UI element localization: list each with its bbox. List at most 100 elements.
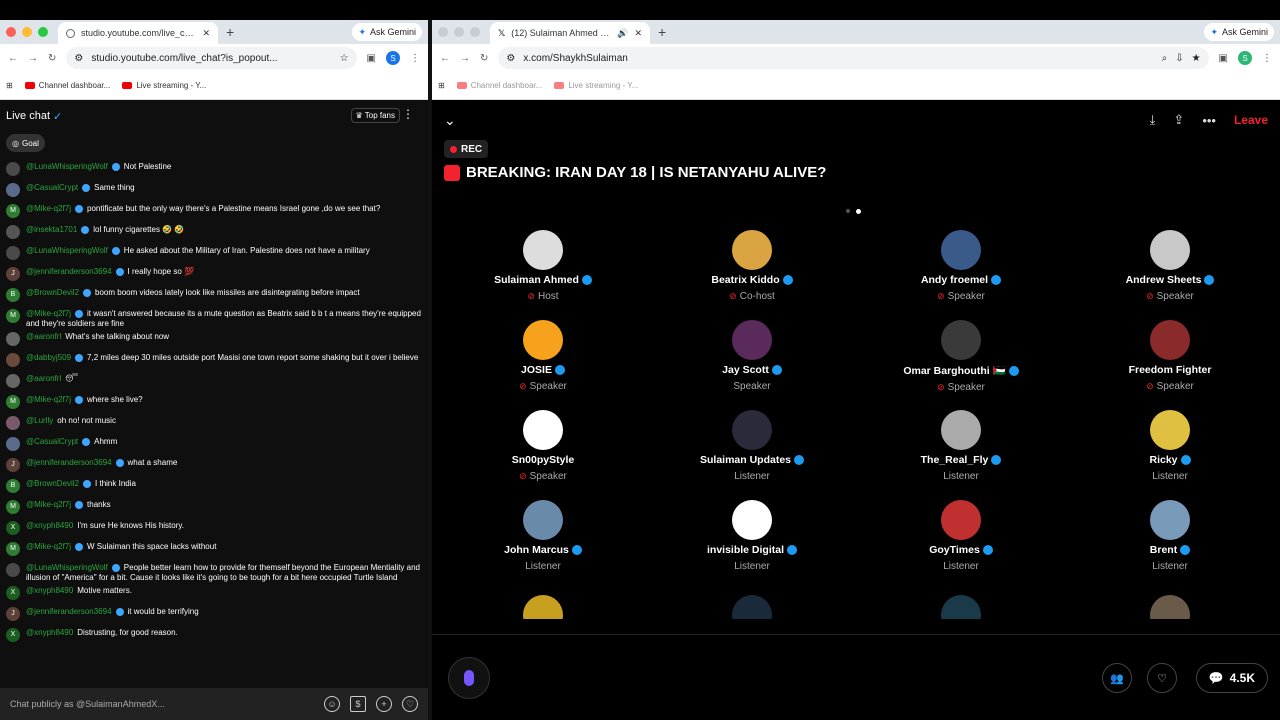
site-info-icon[interactable]: ⚙ <box>74 53 83 64</box>
chat-message[interactable]: @LunaWhisperingWolf He asked about the Mi… <box>0 243 428 264</box>
chat-message[interactable]: @CasualCrypt Ahmm <box>0 434 428 455</box>
participant-avatar[interactable] <box>1150 320 1190 360</box>
participant-card[interactable]: Jay Scott Speaker <box>652 320 852 392</box>
avatar[interactable]: X <box>6 586 20 600</box>
participant-avatar[interactable] <box>1150 500 1190 540</box>
chat-message[interactable]: B @BrownDevil2 boom boom videos lately loo… <box>0 285 428 306</box>
participant-card[interactable]: Ricky Listener <box>1070 410 1270 482</box>
apps-grid-icon[interactable]: ⊞ <box>438 81 445 90</box>
participant-card[interactable]: Sn00pyStyle ⊘ Speaker <box>443 410 643 482</box>
bookmark-star-icon[interactable]: ☆ <box>340 53 349 64</box>
menu-kebab-icon[interactable]: ⋮ <box>1262 53 1272 64</box>
chat-message[interactable]: @dabbyj509 7,2 miles deep 30 miles outsid… <box>0 350 428 371</box>
avatar[interactable]: M <box>6 204 20 218</box>
chat-message[interactable]: M @Mike-q2f7j pontificate but the only way… <box>0 201 428 222</box>
participant-avatar[interactable] <box>941 230 981 270</box>
participant-card[interactable]: Freedom Fighter ⊘ Speaker <box>1070 320 1270 392</box>
url-field[interactable]: ⚙ x.com/ShaykhSulaiman ⌕ ⇩ ★ <box>498 47 1209 69</box>
react-button[interactable]: ♡ <box>1147 663 1177 693</box>
avatar[interactable] <box>6 563 20 577</box>
close-tab-icon[interactable]: ✕ <box>634 28 642 39</box>
microphone-button[interactable] <box>448 657 490 699</box>
zoom-icon[interactable]: ⌕ <box>1162 53 1168 64</box>
participant-card[interactable]: GoyTimes Listener <box>861 500 1061 572</box>
chevron-down-icon[interactable]: ⌄ <box>444 112 456 129</box>
avatar[interactable]: J <box>6 607 20 621</box>
chat-message[interactable]: @aaronfrl What's she talking about now <box>0 329 428 350</box>
message-author[interactable]: @LunaWhisperingWolf <box>26 563 108 572</box>
emoji-icon[interactable]: ☺ <box>324 696 340 712</box>
apps-grid-icon[interactable]: ⊞ <box>6 81 13 90</box>
message-author[interactable]: @BrownDevil2 <box>26 479 79 488</box>
participant-avatar[interactable] <box>523 320 563 360</box>
maximize-window-button[interactable] <box>38 27 48 37</box>
super-chat-icon[interactable]: $ <box>350 696 366 712</box>
chat-message[interactable]: @aaronfrl 😴 <box>0 371 428 392</box>
chat-message[interactable]: @CasualCrypt Same thing <box>0 180 428 201</box>
new-tab-button[interactable]: + <box>226 24 234 40</box>
chat-message[interactable]: X @xnyph8490 I'm sure He knows His history… <box>0 518 428 539</box>
ask-gemini-button[interactable]: ✦ Ask Gemini <box>352 23 422 41</box>
forward-icon[interactable]: → <box>460 53 470 64</box>
message-author[interactable]: @xnyph8490 <box>26 586 73 595</box>
message-author[interactable]: @Lurlly <box>26 416 53 425</box>
avatar[interactable] <box>6 332 20 346</box>
chat-message-list[interactable]: @LunaWhisperingWolf Not Palestine @CasualC… <box>0 159 428 704</box>
message-author[interactable]: @BrownDevil2 <box>26 288 79 297</box>
message-author[interactable]: @xnyph8490 <box>26 628 73 637</box>
avatar[interactable]: X <box>6 628 20 642</box>
participant-avatar[interactable] <box>732 230 772 270</box>
participant-avatar[interactable] <box>732 410 772 450</box>
message-author[interactable]: @jenniferanderson3694 <box>26 267 112 276</box>
participant-avatar[interactable] <box>941 320 981 360</box>
chat-message[interactable]: @LunaWhisperingWolf People better learn h… <box>0 560 428 583</box>
avatar[interactable] <box>6 183 20 197</box>
chat-message[interactable]: M @Mike-q2f7j W Sulaiman this space lacks … <box>0 539 428 560</box>
goal-chip[interactable]: ◎ Goal <box>6 134 45 152</box>
chat-message[interactable]: J @jenniferanderson3694 I really hope so 💯 <box>0 264 428 285</box>
chat-message[interactable]: J @jenniferanderson3694 it would be terrif… <box>0 604 428 625</box>
avatar[interactable] <box>6 162 20 176</box>
avatar[interactable]: J <box>6 267 20 281</box>
minimize-window-button[interactable] <box>454 27 464 37</box>
add-icon[interactable]: + <box>376 696 392 712</box>
participant-avatar[interactable] <box>941 410 981 450</box>
chat-message[interactable]: @LunaWhisperingWolf Not Palestine <box>0 159 428 180</box>
participant-card[interactable]: JOSIE ⊘ Speaker <box>443 320 643 392</box>
speaker-icon[interactable]: 🔊 <box>617 28 628 39</box>
avatar[interactable] <box>6 246 20 260</box>
message-author[interactable]: @Mike-q2f7j <box>26 309 71 318</box>
share-icon[interactable]: ⇪ <box>1173 112 1184 128</box>
new-tab-button[interactable]: + <box>658 24 666 40</box>
participant-avatar[interactable] <box>523 500 563 540</box>
participant-card[interactable]: Beatrix Kiddo ⊘ Co-host <box>652 230 852 302</box>
message-author[interactable]: @Mike-q2f7j <box>26 542 71 551</box>
chat-message[interactable]: B @BrownDevil2 I think India <box>0 476 428 497</box>
chat-message[interactable]: X @xnyph8490 Motive matters. <box>0 583 428 604</box>
participant-card[interactable]: Omar Barghouthi 🇵🇸 ⊘ Speaker <box>861 320 1061 393</box>
back-icon[interactable]: ← <box>8 53 18 64</box>
avatar[interactable]: J <box>6 458 20 472</box>
message-author[interactable]: @xnyph8490 <box>26 521 73 530</box>
chat-title[interactable]: Live chat <box>6 110 50 122</box>
chat-input-field[interactable]: Chat publicly as @SulaimanAhmedX... <box>10 699 314 709</box>
participant-avatar[interactable] <box>523 230 563 270</box>
message-author[interactable]: @aaronfrl <box>26 332 61 341</box>
avatar[interactable] <box>6 416 20 430</box>
tab-search-icon[interactable]: ▣ <box>1219 53 1228 64</box>
url-field[interactable]: ⚙ studio.youtube.com/live_chat?is_popout… <box>66 47 357 69</box>
avatar[interactable] <box>6 353 20 367</box>
reload-icon[interactable]: ↻ <box>48 53 56 64</box>
message-author[interactable]: @Mike-q2f7j <box>26 395 71 404</box>
tab-live-chat[interactable]: studio.youtube.com/live_chat ✕ <box>58 22 218 44</box>
chat-message[interactable]: X @xnyph8490 Distrusting, for good reason. <box>0 625 428 646</box>
people-button[interactable]: 👥 <box>1102 663 1132 693</box>
participant-avatar-partial[interactable] <box>1150 595 1190 619</box>
chat-message[interactable]: M @Mike-q2f7j where she live? <box>0 392 428 413</box>
page-dot[interactable] <box>846 209 850 213</box>
participant-avatar-partial[interactable] <box>941 595 981 619</box>
bookmark-star-icon[interactable]: ★ <box>1192 53 1201 64</box>
comments-count-button[interactable]: 💬 4.5K <box>1195 663 1268 693</box>
chat-message[interactable]: @Lurlly oh no! not music <box>0 413 428 434</box>
participant-avatar[interactable] <box>1150 230 1190 270</box>
